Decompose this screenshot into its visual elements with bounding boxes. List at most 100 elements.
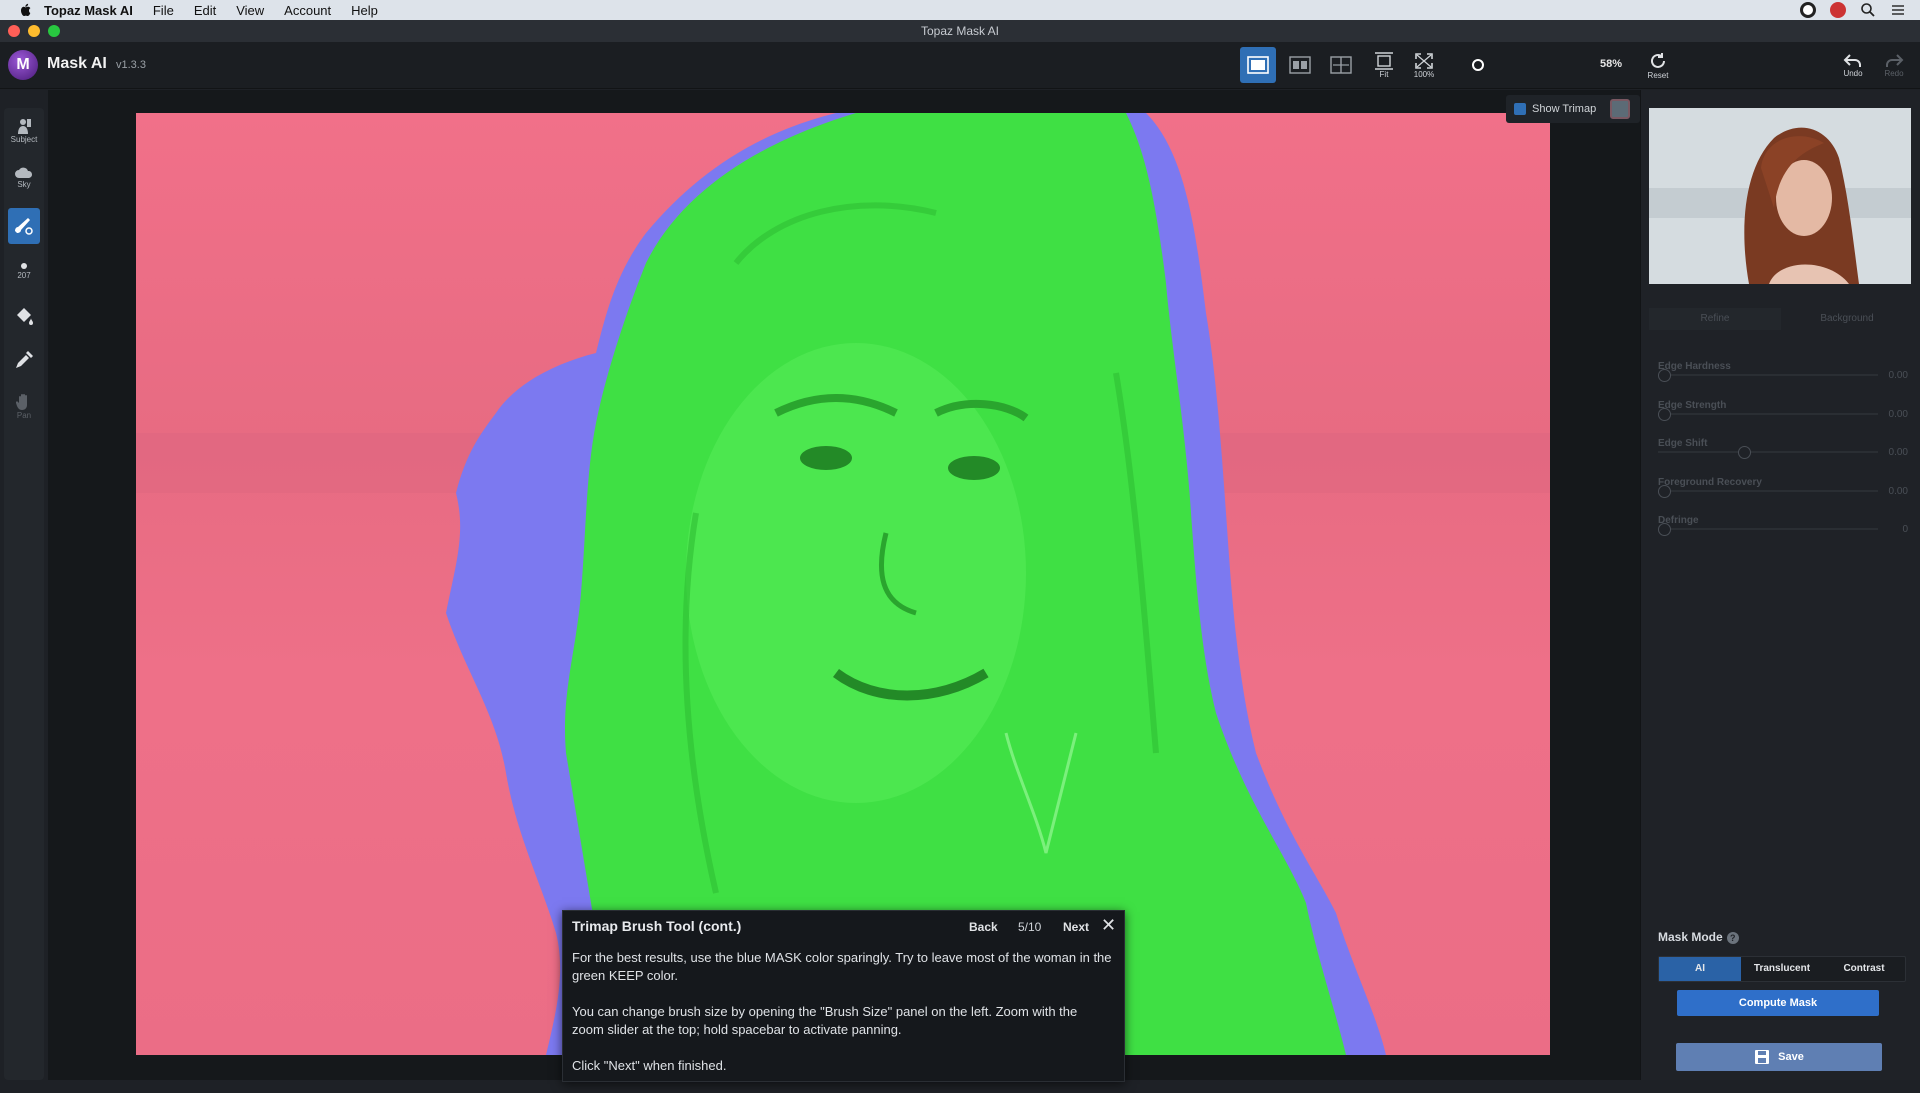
- navigator-thumbnail[interactable]: [1649, 108, 1911, 284]
- menu-edit[interactable]: Edit: [194, 3, 216, 18]
- fit-icon: [1375, 51, 1393, 70]
- help-icon[interactable]: ?: [1726, 931, 1739, 944]
- mode-contrast-button[interactable]: Contrast: [1823, 957, 1905, 981]
- defringe-value: 0: [1902, 524, 1908, 535]
- subject-tool[interactable]: Subject: [8, 112, 40, 148]
- edge-strength-slider[interactable]: Edge Strength 0.00: [1658, 395, 1908, 421]
- edge-hardness-value: 0.00: [1888, 370, 1908, 381]
- reset-button[interactable]: Reset: [1640, 47, 1676, 83]
- defringe-slider[interactable]: Defringe 0: [1658, 510, 1908, 536]
- subject-icon: [18, 118, 31, 134]
- hand-icon: [16, 393, 27, 410]
- tab-refine[interactable]: Refine: [1649, 308, 1781, 330]
- right-panel: Refine Background Edge Hardness 0.00 Edg…: [1640, 90, 1920, 1080]
- pan-tool[interactable]: Pan: [8, 388, 40, 424]
- trimap-color-swatch[interactable]: [1610, 99, 1631, 119]
- foreground-recovery-value: 0.00: [1888, 486, 1908, 497]
- close-icon[interactable]: ✕: [1101, 915, 1116, 936]
- minimize-window-button[interactable]: [28, 25, 40, 37]
- slider-knob[interactable]: [1658, 485, 1671, 498]
- sky-icon: [15, 167, 33, 178]
- tutorial-next-button[interactable]: Next: [1063, 920, 1089, 934]
- foreground-recovery-slider[interactable]: Foreground Recovery 0.00: [1658, 472, 1908, 498]
- window-titlebar: Topaz Mask AI: [0, 20, 1920, 43]
- menu-app-name[interactable]: Topaz Mask AI: [44, 3, 133, 18]
- brush-size-tool[interactable]: 207: [8, 252, 40, 288]
- undo-button[interactable]: Undo: [1835, 47, 1871, 83]
- undo-label: Undo: [1843, 68, 1863, 78]
- edge-hardness-slider[interactable]: Edge Hardness 0.00: [1658, 356, 1908, 382]
- single-view-icon: [1247, 56, 1269, 74]
- side-by-side-icon: [1330, 56, 1352, 74]
- floppy-disk-icon: [1755, 1050, 1770, 1064]
- slider-track[interactable]: [1658, 451, 1878, 453]
- save-button[interactable]: Save: [1676, 1043, 1882, 1071]
- apple-icon[interactable]: [18, 2, 34, 18]
- side-by-side-view-button[interactable]: [1323, 47, 1359, 83]
- menu-file[interactable]: File: [153, 3, 174, 18]
- left-toolbar: Subject Sky 207 Pan: [4, 108, 44, 1080]
- sky-tool[interactable]: Sky: [8, 158, 40, 194]
- zoom-100-button[interactable]: 100%: [1406, 47, 1442, 83]
- tutorial-paragraph-2: You can change brush size by opening the…: [572, 1004, 1078, 1037]
- redo-button[interactable]: Redo: [1876, 47, 1912, 83]
- zoom-slider-knob[interactable]: [1471, 58, 1485, 72]
- zoom-slider[interactable]: [1460, 47, 1496, 83]
- mode-ai-button[interactable]: AI: [1659, 957, 1741, 981]
- record-icon[interactable]: [1800, 2, 1816, 18]
- slider-knob[interactable]: [1738, 446, 1751, 459]
- paint-bucket-icon: [17, 308, 33, 325]
- subject-label: Subject: [10, 134, 38, 144]
- single-view-button[interactable]: [1240, 47, 1276, 83]
- close-window-button[interactable]: [8, 25, 20, 37]
- slider-track[interactable]: [1658, 374, 1878, 376]
- undo-icon: [1843, 53, 1861, 67]
- menu-account[interactable]: Account: [284, 3, 331, 18]
- spotlight-icon[interactable]: [1860, 2, 1876, 18]
- zoom-100-label: 100%: [1413, 69, 1435, 79]
- eyedropper-icon: [16, 351, 33, 368]
- brush-size-dot-icon: [21, 262, 27, 269]
- edge-strength-value: 0.00: [1888, 409, 1908, 420]
- foreground-recovery-label: Foreground Recovery: [1658, 477, 1762, 488]
- tutorial-paragraph-1: For the best results, use the blue MASK …: [572, 950, 1112, 983]
- tutorial-back-button[interactable]: Back: [969, 920, 998, 934]
- show-trimap-label: Show Trimap: [1532, 103, 1597, 115]
- edge-shift-slider[interactable]: Edge Shift 0.00: [1658, 433, 1908, 459]
- edge-shift-value: 0.00: [1888, 447, 1908, 458]
- tutorial-paragraph-3: Click "Next" when finished.: [572, 1058, 727, 1073]
- tutorial-popup: Trimap Brush Tool (cont.) Back 5/10 Next…: [562, 910, 1125, 1082]
- slider-track[interactable]: [1658, 413, 1878, 415]
- tutorial-step-indicator: 5/10: [1018, 920, 1042, 934]
- window-title: Topaz Mask AI: [920, 24, 1000, 38]
- zoom-level: 58%: [1600, 58, 1623, 70]
- maximize-window-button[interactable]: [48, 25, 60, 37]
- edge-shift-label: Edge Shift: [1658, 438, 1708, 449]
- eyedropper-tool[interactable]: [8, 342, 40, 378]
- slider-track[interactable]: [1658, 528, 1878, 530]
- slider-knob[interactable]: [1658, 369, 1671, 382]
- tab-background[interactable]: Background: [1781, 308, 1913, 330]
- compute-mask-button[interactable]: Compute Mask: [1677, 990, 1879, 1016]
- tutorial-body: For the best results, use the blue MASK …: [572, 949, 1112, 1093]
- show-trimap-toggle[interactable]: Show Trimap: [1506, 95, 1640, 123]
- split-view-button[interactable]: [1282, 47, 1318, 83]
- trimap-brush-tool[interactable]: [8, 208, 40, 244]
- control-center-icon[interactable]: [1890, 2, 1906, 18]
- fit-button[interactable]: Fit: [1366, 47, 1402, 83]
- show-trimap-checkbox[interactable]: [1514, 103, 1526, 115]
- expand-icon: [1415, 52, 1433, 69]
- mode-translucent-button[interactable]: Translucent: [1741, 957, 1823, 981]
- mac-menubar: Topaz Mask AI File Edit View Account Hel…: [0, 0, 1920, 20]
- redo-label: Redo: [1884, 68, 1904, 78]
- slider-track[interactable]: [1658, 490, 1878, 492]
- menu-view[interactable]: View: [236, 3, 264, 18]
- reset-label: Reset: [1647, 70, 1669, 80]
- fill-tool[interactable]: [8, 298, 40, 334]
- thumbnail-image: [1649, 108, 1911, 284]
- slider-knob[interactable]: [1658, 408, 1671, 421]
- slider-knob[interactable]: [1658, 523, 1671, 536]
- menu-help[interactable]: Help: [351, 3, 378, 18]
- status-icon[interactable]: [1830, 2, 1846, 18]
- app-logo: M: [8, 50, 38, 80]
